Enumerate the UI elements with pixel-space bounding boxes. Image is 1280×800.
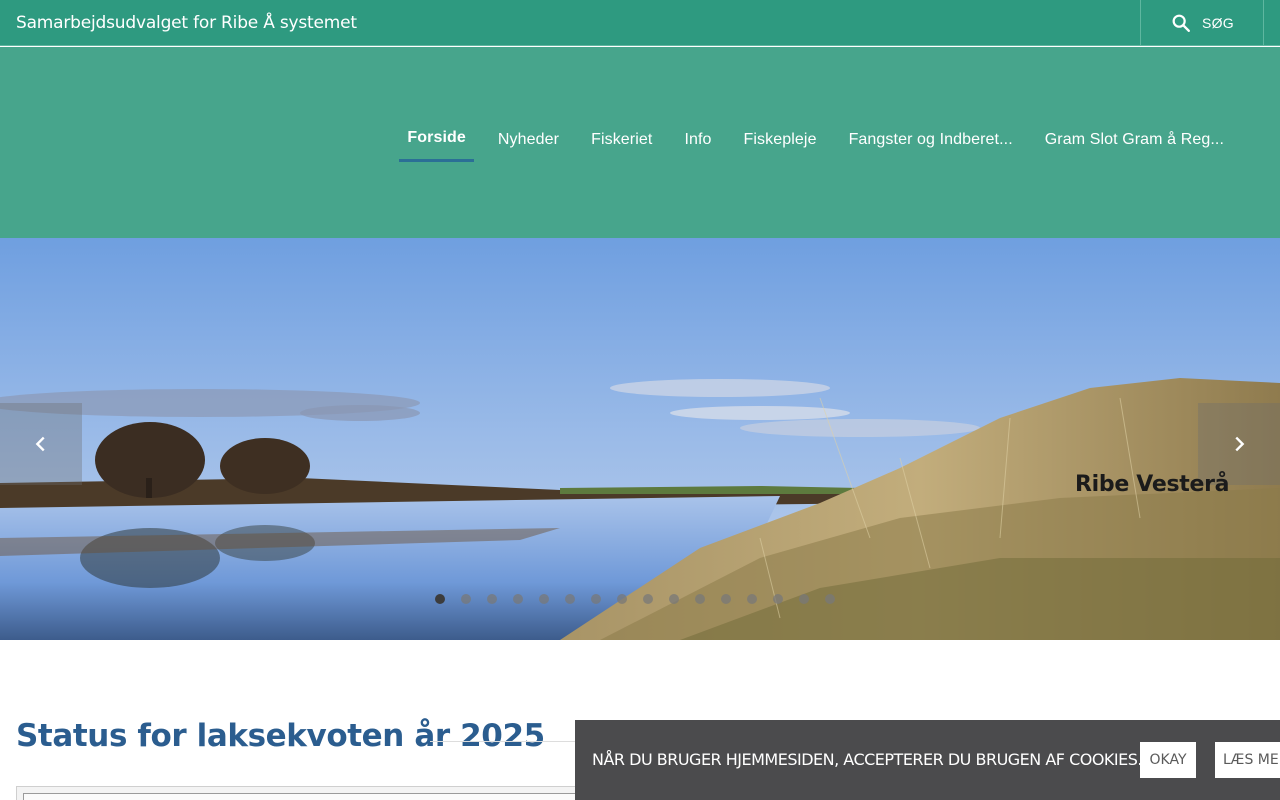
nav-band: Forside Nyheder Fiskeriet Info Fiskeplej… — [0, 47, 1280, 238]
cookie-read-more-button[interactable]: LÆS MERE — [1215, 742, 1280, 778]
slider-dot[interactable] — [669, 594, 679, 604]
slider-dot[interactable] — [435, 594, 445, 604]
slider-dot[interactable] — [591, 594, 601, 604]
slider-dot[interactable] — [747, 594, 757, 604]
search-button[interactable]: SØG — [1140, 0, 1264, 46]
nav-item-info[interactable]: Info — [668, 117, 727, 163]
nav-item-gram-slot[interactable]: Gram Slot Gram å Reg... — [1029, 117, 1240, 163]
nav-item-fiskepleje[interactable]: Fiskepleje — [728, 117, 833, 163]
slide-caption: Ribe Vesterå — [1075, 472, 1230, 497]
slider-dot[interactable] — [721, 594, 731, 604]
section-title: Status for laksekvoten år 2025 — [16, 718, 545, 754]
cookie-okay-button[interactable]: OKAY — [1140, 742, 1196, 778]
nav-item-fangster[interactable]: Fangster og Indberet... — [833, 117, 1029, 163]
slider-dot[interactable] — [539, 594, 549, 604]
top-bar: Samarbejdsudvalget for Ribe Å systemet S… — [0, 0, 1280, 46]
cookie-banner: NÅR DU BRUGER HJEMMESIDEN, ACCEPTERER DU… — [575, 720, 1280, 800]
slider-dot[interactable] — [799, 594, 809, 604]
site-title[interactable]: Samarbejdsudvalget for Ribe Å systemet — [16, 0, 357, 46]
hero-slider: Ribe Vesterå — [0, 238, 1280, 640]
search-icon — [1172, 14, 1190, 32]
nav-item-nyheder[interactable]: Nyheder — [482, 117, 575, 163]
slider-dot[interactable] — [617, 594, 627, 604]
slider-dot[interactable] — [825, 594, 835, 604]
cookie-text: NÅR DU BRUGER HJEMMESIDEN, ACCEPTERER DU… — [592, 750, 1143, 769]
slider-dot[interactable] — [773, 594, 783, 604]
slider-dot[interactable] — [565, 594, 575, 604]
nav-item-forside[interactable]: Forside — [399, 117, 474, 162]
slider-prev-button[interactable] — [0, 403, 82, 485]
slider-dot[interactable] — [461, 594, 471, 604]
chevron-right-icon — [1235, 436, 1245, 452]
slide-image — [0, 238, 1280, 640]
nav-item-fiskeriet[interactable]: Fiskeriet — [575, 117, 668, 163]
slider-dot[interactable] — [695, 594, 705, 604]
search-label: SØG — [1201, 15, 1235, 31]
slider-dot[interactable] — [513, 594, 523, 604]
slider-dot[interactable] — [487, 594, 497, 604]
slider-dot[interactable] — [643, 594, 653, 604]
slider-dots — [435, 594, 851, 604]
main-nav: Forside Nyheder Fiskeriet Info Fiskeplej… — [399, 117, 1240, 163]
chevron-left-icon — [35, 436, 45, 452]
